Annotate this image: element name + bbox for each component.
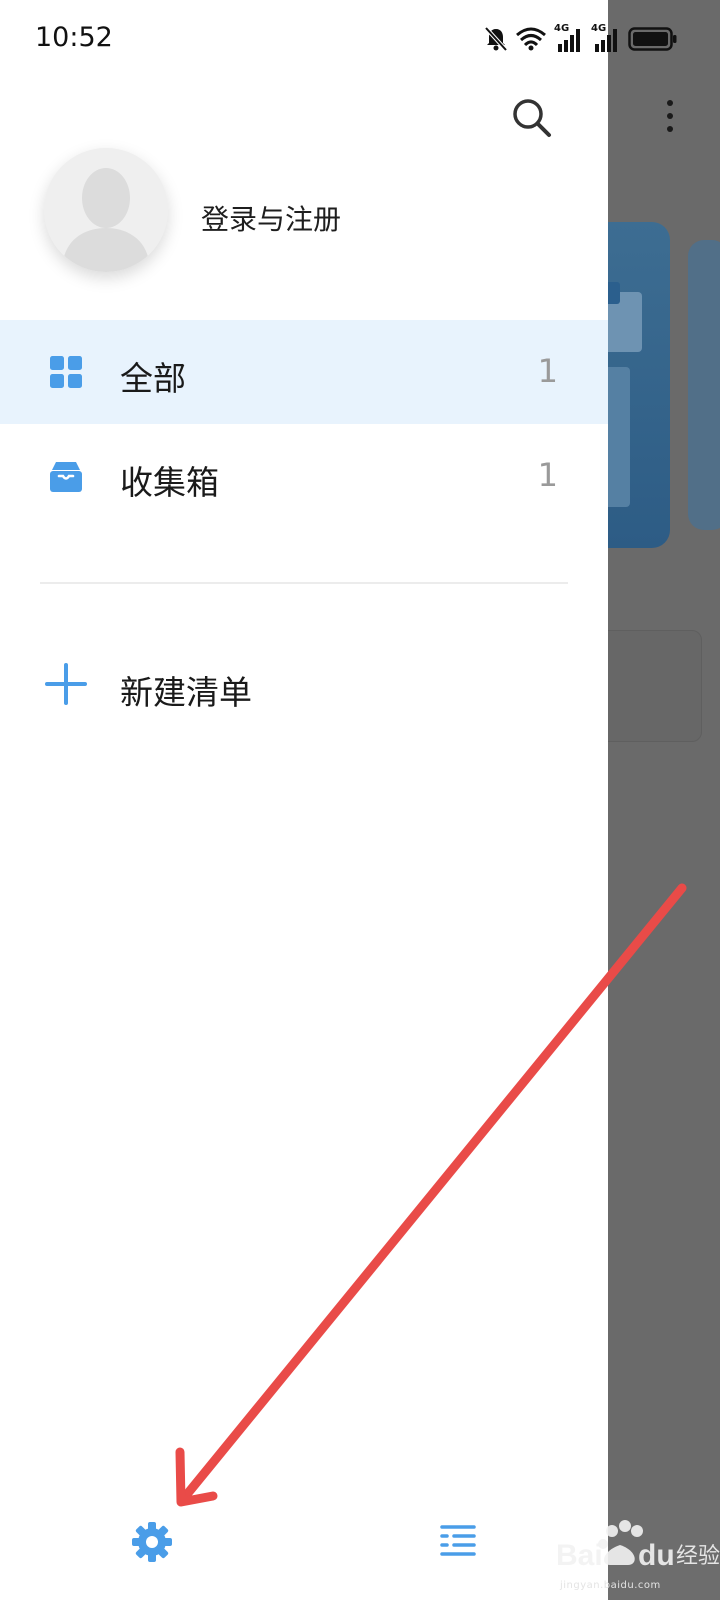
wifi-icon [515, 27, 547, 51]
svg-text:Bai: Bai [556, 1539, 603, 1572]
menu-item-all[interactable]: 全部 1 [0, 320, 608, 424]
watermark-url: jingyan.baidu.com [560, 1580, 661, 1591]
network-type-label: 4G [591, 23, 607, 34]
status-bar: 10:52 4G 4G [0, 0, 720, 78]
network-type-label: 4G [554, 23, 570, 34]
status-icons: 4G 4G [484, 24, 678, 54]
menu-item-count: 1 [537, 352, 558, 390]
new-list-label: 新建清单 [120, 673, 252, 712]
cellular-signal-icon-2: 4G [591, 23, 621, 52]
navigation-drawer: 登录与注册 全部 1 收集箱 1 新建清单 [0, 0, 608, 1600]
background-card-secondary [688, 240, 720, 530]
divider [40, 582, 568, 584]
new-list-button[interactable]: 新建清单 [0, 636, 608, 732]
menu-item-count: 1 [537, 456, 558, 494]
svg-text:du: du [638, 1539, 675, 1572]
grid-icon [48, 354, 84, 390]
login-register-link[interactable]: 登录与注册 [201, 198, 341, 238]
battery-icon [628, 27, 678, 51]
status-time: 10:52 [35, 22, 113, 53]
search-icon[interactable] [510, 96, 554, 140]
bell-muted-icon [484, 26, 508, 52]
plus-icon [44, 662, 88, 706]
menu-item-label: 全部 [120, 359, 186, 398]
gear-icon[interactable] [130, 1520, 174, 1564]
avatar[interactable] [44, 148, 168, 272]
list-icon[interactable] [438, 1520, 478, 1560]
menu-item-inbox[interactable]: 收集箱 1 [0, 424, 608, 528]
menu-item-label: 收集箱 [120, 463, 219, 502]
more-options-icon [665, 100, 675, 140]
svg-text:经验: 经验 [676, 1544, 720, 1569]
inbox-icon [48, 458, 84, 494]
profile-section[interactable]: 登录与注册 [44, 148, 564, 274]
cellular-signal-icon: 4G [554, 23, 584, 52]
